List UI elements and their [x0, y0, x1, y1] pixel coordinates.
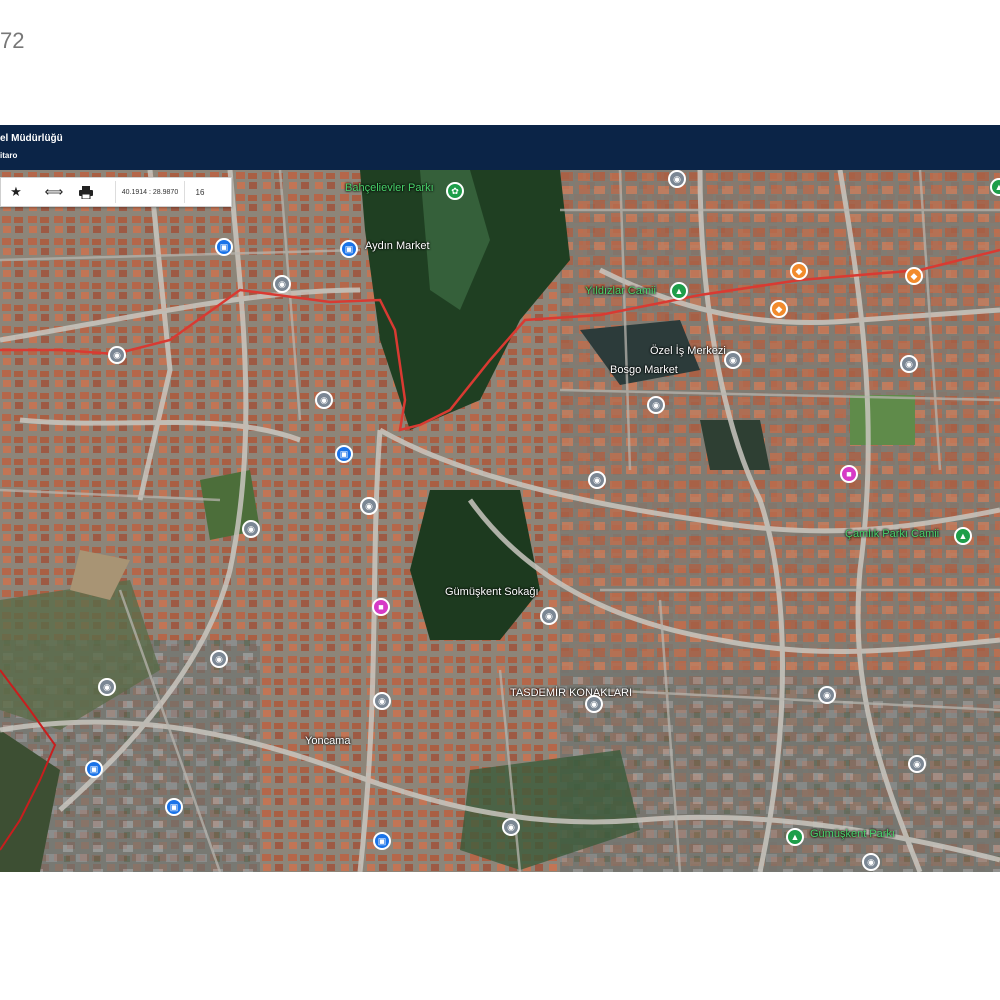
place-marker-icon[interactable]: ◉ — [98, 678, 116, 696]
shop-marker-icon[interactable]: ▣ — [215, 238, 233, 256]
mosque-marker-icon[interactable]: ▲ — [670, 282, 688, 300]
map-label: Gümüşkent Sokağı — [445, 586, 539, 598]
hotel-marker-icon[interactable]: ■ — [372, 598, 390, 616]
page-number: 72 — [0, 28, 25, 53]
map-label: Çamlık Parkı Camii — [845, 528, 940, 540]
place-marker-icon[interactable]: ◉ — [818, 686, 836, 704]
place-marker-icon[interactable]: ◉ — [242, 520, 260, 538]
place-marker-icon[interactable]: ◉ — [588, 471, 606, 489]
shop-marker-icon[interactable]: ▣ — [340, 240, 358, 258]
place-marker-icon[interactable]: ◉ — [900, 355, 918, 373]
satellite-map[interactable]: ★ ⟺ 40.1914 : 28.9870 16 Bahçelievler Pa… — [0, 170, 1000, 872]
restaurant-marker-icon[interactable]: ◆ — [790, 262, 808, 280]
map-label: TASDEMİR KONAKLARI — [510, 687, 633, 699]
place-marker-icon[interactable]: ◉ — [502, 818, 520, 836]
shop-marker-icon[interactable]: ▣ — [373, 832, 391, 850]
place-marker-icon[interactable]: ◉ — [647, 396, 665, 414]
header-title: el Müdürlüğü — [0, 133, 63, 144]
map-toolbar: ★ ⟺ 40.1914 : 28.9870 16 — [0, 177, 232, 207]
app-header: el Müdürlüğü itaro — [0, 125, 1000, 170]
map-label: Yıldızlar Camii — [585, 285, 656, 297]
hotel-marker-icon[interactable]: ■ — [840, 465, 858, 483]
shop-marker-icon[interactable]: ▣ — [165, 798, 183, 816]
place-marker-icon[interactable]: ◉ — [360, 497, 378, 515]
place-marker-icon[interactable]: ◉ — [108, 346, 126, 364]
park-marker-icon[interactable]: ✿ — [446, 182, 464, 200]
place-marker-icon[interactable]: ◉ — [273, 275, 291, 293]
place-marker-icon[interactable]: ◉ — [540, 607, 558, 625]
coordinates-readout: 40.1914 : 28.9870 — [115, 181, 185, 203]
map-label: Aydın Market — [365, 240, 430, 252]
mosque-marker-icon[interactable]: ▲ — [954, 527, 972, 545]
place-marker-icon[interactable]: ◉ — [668, 170, 686, 188]
map-application: el Müdürlüğü itaro ★ ⟺ 40.1914: 28.9870… — [0, 125, 1000, 872]
restaurant-marker-icon[interactable]: ◆ — [905, 267, 923, 285]
map-label: Gümüşkent Parkı — [810, 828, 895, 840]
ruler-icon[interactable]: ⟺ — [39, 178, 69, 206]
place-marker-icon[interactable]: ◉ — [210, 650, 228, 668]
place-marker-icon[interactable]: ◉ — [373, 692, 391, 710]
shop-marker-icon[interactable]: ▣ — [85, 760, 103, 778]
star-icon[interactable]: ★ — [1, 178, 31, 206]
mosque-marker-icon[interactable]: ▲ — [786, 828, 804, 846]
header-subtitle: itaro — [0, 151, 18, 160]
map-label: Bosgo Market — [610, 364, 678, 376]
map-label: Özel İş Merkezi — [650, 345, 726, 357]
place-marker-icon[interactable]: ◉ — [724, 351, 742, 369]
zoom-level[interactable]: 16 — [185, 188, 215, 197]
printer-icon[interactable] — [71, 178, 101, 206]
place-marker-icon[interactable]: ◉ — [585, 695, 603, 713]
shop-marker-icon[interactable]: ▣ — [335, 445, 353, 463]
map-label: Yoncama — [305, 735, 351, 747]
restaurant-marker-icon[interactable]: ◆ — [770, 300, 788, 318]
map-canvas[interactable] — [0, 170, 1000, 872]
place-marker-icon[interactable]: ◉ — [908, 755, 926, 773]
place-marker-icon[interactable]: ◉ — [862, 853, 880, 871]
map-label: Bahçelievler Parkı — [345, 182, 434, 194]
place-marker-icon[interactable]: ◉ — [315, 391, 333, 409]
